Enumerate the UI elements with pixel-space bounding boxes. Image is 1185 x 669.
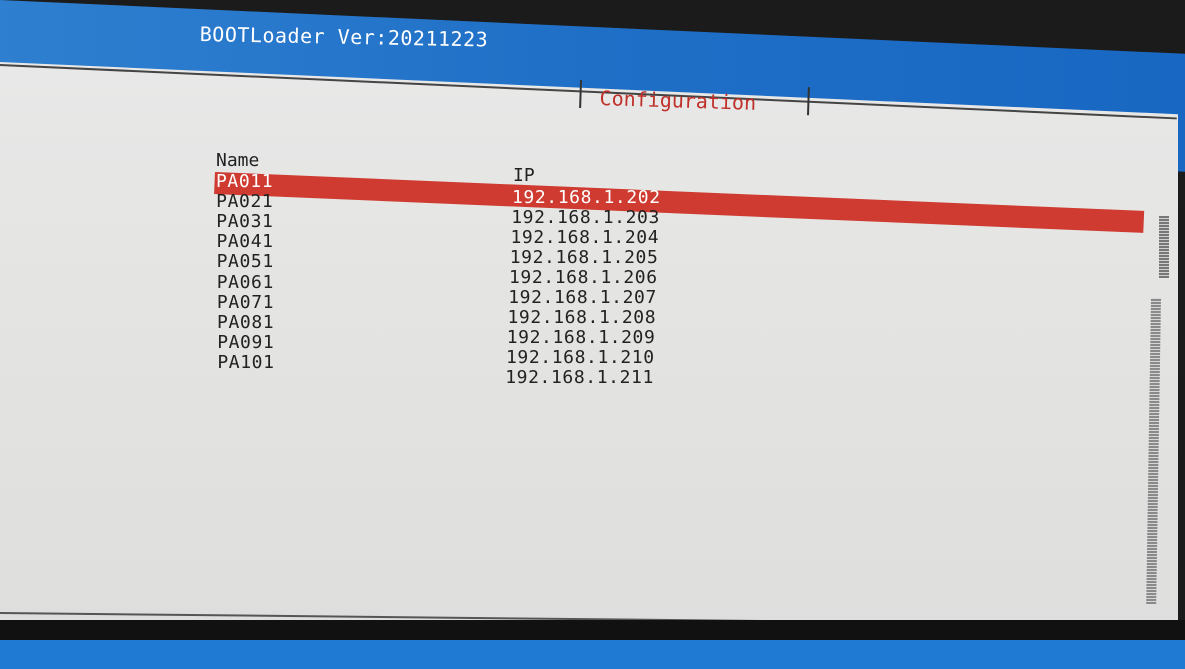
device-table: Name IP PA011 PA021 PA031 PA041 PA051 PA061 PA… (0, 0, 1185, 669)
device-name-8[interactable]: PA091 (217, 332, 274, 353)
scrollbar-thumb[interactable] (1159, 216, 1169, 278)
device-name-9[interactable]: PA101 (217, 352, 274, 373)
device-ip-8[interactable]: 192.168.1.210 (506, 347, 655, 368)
device-name-1[interactable]: PA021 (216, 191, 273, 212)
device-name-3[interactable]: PA041 (216, 231, 273, 252)
device-ip-3[interactable]: 192.168.1.205 (510, 247, 659, 268)
device-ip-7[interactable]: 192.168.1.209 (507, 327, 656, 348)
device-ip-4[interactable]: 192.168.1.206 (509, 267, 658, 288)
screen-bezel-gap (0, 620, 1185, 642)
device-name-7[interactable]: PA081 (217, 312, 274, 333)
device-ip-1[interactable]: 192.168.1.203 (511, 207, 660, 228)
column-header-ip: IP (513, 165, 535, 186)
column-header-name: Name (216, 150, 260, 171)
selection-highlight (214, 172, 1145, 233)
bootloader-screen: BOOTLoader Ver:20211223 Configuration Na… (0, 0, 1185, 669)
device-name-4[interactable]: PA051 (217, 251, 274, 272)
footer-band (0, 640, 1185, 669)
device-name-6[interactable]: PA071 (217, 292, 274, 313)
device-name-2[interactable]: PA031 (216, 211, 273, 232)
device-ip-2[interactable]: 192.168.1.204 (511, 227, 660, 248)
device-ip-9[interactable]: 192.168.1.211 (505, 367, 654, 388)
device-ip-6[interactable]: 192.168.1.208 (508, 307, 657, 328)
device-ip-5[interactable]: 192.168.1.207 (508, 287, 657, 308)
device-name-5[interactable]: PA061 (217, 272, 274, 293)
device-name-0[interactable]: PA011 (216, 171, 273, 192)
device-ip-0[interactable]: 192.168.1.202 (512, 187, 661, 208)
